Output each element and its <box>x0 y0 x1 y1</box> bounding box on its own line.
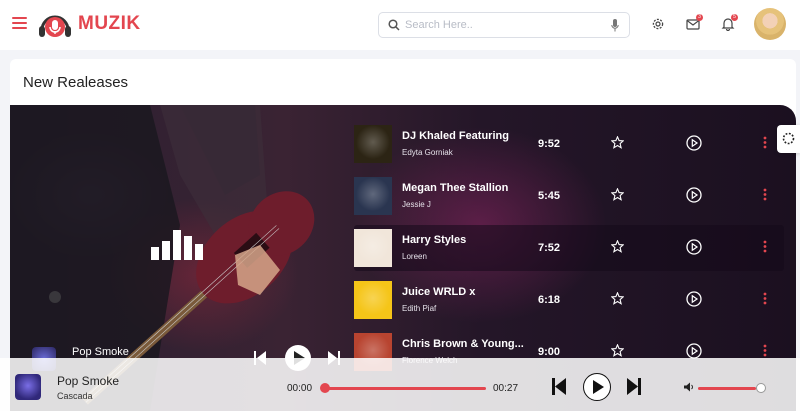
track-row[interactable]: Megan Thee Stallion Jessie J 5:45 <box>354 173 784 219</box>
settings-gear-icon[interactable] <box>651 17 665 31</box>
spinner-gear-icon <box>782 132 795 145</box>
now-playing-album-art[interactable] <box>15 374 41 400</box>
more-options-icon[interactable] <box>763 136 767 149</box>
track-title: Juice WRLD x <box>402 286 476 298</box>
play-circle-icon[interactable] <box>686 291 702 307</box>
track-duration: 9:52 <box>538 138 561 150</box>
equalizer-bars-icon <box>151 230 203 260</box>
app-logo-text[interactable]: MUZIK <box>78 13 141 35</box>
next-track-icon[interactable] <box>627 378 641 395</box>
bottom-player-bar: Pop Smoke Cascada 00:00 00:27 <box>0 358 800 411</box>
user-avatar[interactable] <box>754 8 786 40</box>
star-favorite-icon[interactable] <box>611 292 624 305</box>
search-bar <box>378 12 630 38</box>
mail-badge: 3 <box>696 14 703 21</box>
track-duration: 6:18 <box>538 294 561 306</box>
microphone-icon[interactable] <box>611 19 619 32</box>
play-circle-icon[interactable] <box>686 135 702 151</box>
mini-player-title: Pop Smoke <box>72 346 129 358</box>
more-options-icon[interactable] <box>763 188 767 201</box>
star-favorite-icon[interactable] <box>611 136 624 149</box>
volume-handle[interactable] <box>756 383 766 393</box>
track-row[interactable]: Harry Styles Loreen 7:52 <box>354 225 784 271</box>
more-options-icon[interactable] <box>763 344 767 357</box>
track-title: Harry Styles <box>402 234 467 246</box>
track-title: Megan Thee Stallion <box>402 182 509 194</box>
track-duration: 9:00 <box>538 346 561 358</box>
search-icon[interactable] <box>388 19 400 31</box>
progress-handle[interactable] <box>320 383 330 393</box>
search-input[interactable] <box>405 19 605 31</box>
volume-fill <box>698 387 756 390</box>
more-options-icon[interactable] <box>763 292 767 305</box>
previous-track-icon[interactable] <box>552 378 566 395</box>
track-title: Chris Brown & Young... <box>402 338 524 350</box>
track-artist: Edith Piaf <box>402 304 437 313</box>
top-header: MUZIK 3 5 <box>0 0 800 50</box>
track-row[interactable]: DJ Khaled Featuring Edyta Gorniak 9:52 <box>354 121 784 167</box>
track-duration: 5:45 <box>538 190 561 202</box>
play-circle-icon[interactable] <box>686 187 702 203</box>
track-artist: Jessie J <box>402 200 431 209</box>
settings-side-tab[interactable] <box>777 125 800 153</box>
hamburger-menu-icon[interactable] <box>12 17 27 29</box>
notification-badge: 5 <box>731 14 738 21</box>
play-circle-icon[interactable] <box>686 239 702 255</box>
track-thumbnail[interactable] <box>354 281 392 319</box>
star-favorite-icon[interactable] <box>611 240 624 253</box>
headphone-mic-logo-icon[interactable] <box>38 10 72 40</box>
play-circle-icon[interactable] <box>686 343 702 359</box>
track-title: DJ Khaled Featuring <box>402 130 509 142</box>
track-artist: Loreen <box>402 252 427 261</box>
track-thumbnail[interactable] <box>354 229 392 267</box>
now-playing-title: Pop Smoke <box>57 374 120 388</box>
track-thumbnail[interactable] <box>354 125 392 163</box>
page-title: New Realeases <box>23 74 129 91</box>
volume-icon[interactable] <box>684 382 694 392</box>
track-duration: 7:52 <box>538 242 561 254</box>
play-button-icon[interactable] <box>583 373 611 401</box>
current-time: 00:00 <box>287 383 313 394</box>
star-favorite-icon[interactable] <box>611 188 624 201</box>
track-artist: Edyta Gorniak <box>402 148 453 157</box>
track-row[interactable]: Juice WRLD x Edith Piaf 6:18 <box>354 277 784 323</box>
progress-slider[interactable] <box>322 387 486 390</box>
star-favorite-icon[interactable] <box>611 344 624 357</box>
track-duration: 00:27 <box>493 383 519 394</box>
more-options-icon[interactable] <box>763 240 767 253</box>
now-playing-artist: Cascada <box>57 391 93 401</box>
track-thumbnail[interactable] <box>354 177 392 215</box>
